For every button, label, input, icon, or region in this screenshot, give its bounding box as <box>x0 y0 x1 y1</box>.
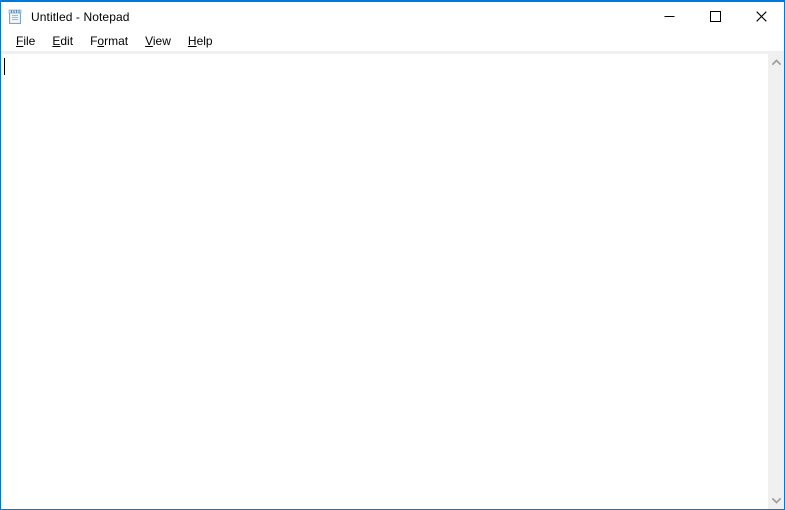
chevron-down-icon <box>771 497 781 504</box>
menu-bar: File Edit Format View Help <box>1 31 784 51</box>
vertical-scrollbar[interactable] <box>767 54 784 509</box>
minimize-icon <box>664 11 675 22</box>
scrollbar-track[interactable] <box>768 71 784 492</box>
window-title: Untitled - Notepad <box>31 9 130 24</box>
scrollbar-up-button[interactable] <box>768 54 784 71</box>
notepad-window: Untitled - Notepad File Edit Format View… <box>0 0 785 510</box>
maximize-icon <box>709 11 721 22</box>
caption-button-group <box>646 2 784 31</box>
menu-label-help-post: elp <box>196 34 213 48</box>
title-bar[interactable]: Untitled - Notepad <box>1 2 784 31</box>
menu-accelerator-help: H <box>187 34 197 48</box>
menu-label-file-post: ile <box>23 34 36 48</box>
close-button[interactable] <box>738 2 784 31</box>
menu-item-file[interactable]: File <box>8 32 44 50</box>
menu-item-edit[interactable]: Edit <box>44 32 82 50</box>
menu-item-help[interactable]: Help <box>180 32 222 50</box>
close-icon <box>755 11 767 22</box>
menu-label-view-post: iew <box>152 34 171 48</box>
client-area <box>1 54 784 509</box>
title-bar-left: Untitled - Notepad <box>1 2 130 31</box>
menu-item-format[interactable]: Format <box>82 32 137 50</box>
text-editor[interactable] <box>1 54 767 509</box>
menu-item-view[interactable]: View <box>137 32 180 50</box>
menu-accelerator-view: V <box>145 34 153 48</box>
text-caret <box>4 58 5 75</box>
chevron-up-icon <box>771 59 781 66</box>
notepad-icon <box>7 9 23 25</box>
maximize-button[interactable] <box>692 2 738 31</box>
scrollbar-down-button[interactable] <box>768 492 784 509</box>
menu-label-format-post: rmat <box>104 34 129 48</box>
menu-label-edit-post: dit <box>60 34 74 48</box>
minimize-button[interactable] <box>646 2 692 31</box>
